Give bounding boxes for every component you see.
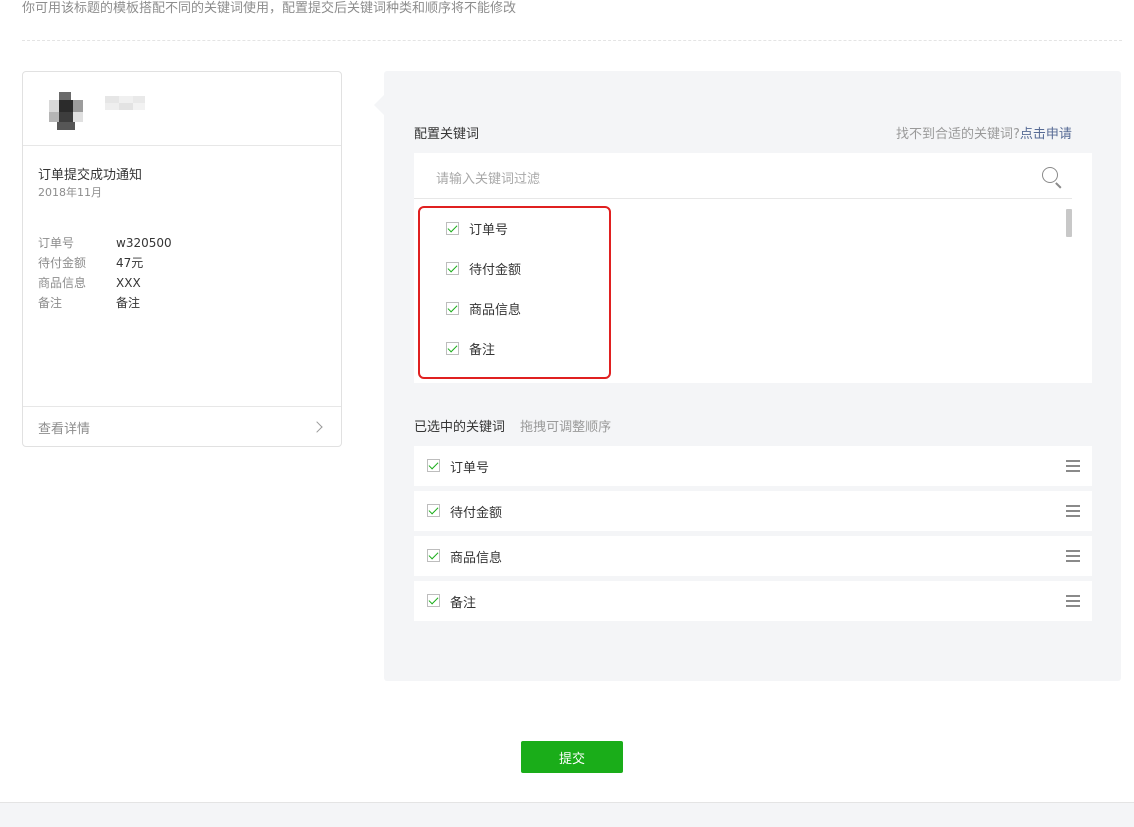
selected-keyword-label: 商品信息 <box>450 551 503 566</box>
preview-row: 订单号 w320500 <box>38 233 172 253</box>
keyword-option-label: 商品信息 <box>469 302 522 318</box>
preview-row: 商品信息 XXX <box>38 273 172 293</box>
drag-handle-icon[interactable] <box>1066 595 1080 607</box>
search-icon[interactable] <box>1042 167 1058 183</box>
view-details-link[interactable]: 查看详情 <box>23 406 341 447</box>
config-keywords-title: 配置关键词 <box>414 127 480 142</box>
keyword-option[interactable]: 订单号 <box>446 218 508 238</box>
selected-keyword-label: 订单号 <box>450 461 490 476</box>
checkbox-checked[interactable] <box>427 594 440 607</box>
selected-keyword-item[interactable]: 商品信息 <box>414 536 1092 576</box>
selected-keyword-item[interactable]: 待付金额 <box>414 491 1092 531</box>
preview-row-label: 订单号 <box>38 236 75 250</box>
keyword-option-label: 订单号 <box>469 222 509 238</box>
keyword-option[interactable]: 待付金额 <box>446 258 521 278</box>
template-notice: 你可用该标题的模板搭配不同的关键词使用，配置提交后关键词种类和顺序将不能修改 <box>22 1 517 16</box>
preview-row-value: XXX <box>116 276 141 290</box>
preview-row: 待付金额 47元 <box>38 253 172 273</box>
preview-row-label: 备注 <box>38 296 63 310</box>
view-details-label: 查看详情 <box>38 422 91 437</box>
apply-keyword-link[interactable]: 点击申请 <box>1020 127 1072 142</box>
checkbox-checked[interactable] <box>446 261 459 275</box>
preview-row-value: 备注 <box>116 296 141 310</box>
account-avatar <box>49 92 83 130</box>
preview-row-label: 商品信息 <box>38 276 87 290</box>
drag-hint: 拖拽可调整顺序 <box>520 420 612 435</box>
checkbox-checked[interactable] <box>427 549 440 562</box>
footer-bar <box>0 802 1134 827</box>
preview-card-header <box>23 72 341 146</box>
selected-keyword-item[interactable]: 订单号 <box>414 446 1092 486</box>
preview-row-value: w320500 <box>116 236 172 250</box>
message-preview-card: 订单提交成功通知 2018年11月 订单号 w320500 待付金额 47元 商… <box>22 71 342 447</box>
checkbox-checked[interactable] <box>446 341 459 355</box>
selected-keyword-label: 待付金额 <box>450 506 503 521</box>
filter-divider <box>414 198 1072 199</box>
keyword-option[interactable]: 商品信息 <box>446 298 521 318</box>
selected-keyword-label: 备注 <box>450 596 477 611</box>
scrollbar-thumb[interactable] <box>1066 209 1072 237</box>
keyword-help-text: 找不到合适的关键词? <box>896 127 1020 142</box>
selected-keywords-header: 已选中的关键词 拖拽可调整顺序 <box>414 416 611 435</box>
submit-button[interactable]: 提交 <box>521 741 623 773</box>
selected-keyword-item[interactable]: 备注 <box>414 581 1092 621</box>
preview-date: 2018年11月 <box>38 186 102 199</box>
keyword-option[interactable]: 备注 <box>446 338 495 358</box>
keyword-option-label: 备注 <box>469 342 496 358</box>
preview-row-value: 47元 <box>116 256 144 270</box>
preview-fields: 订单号 w320500 待付金额 47元 商品信息 XXX 备注 备注 <box>38 233 172 313</box>
keyword-option-label: 待付金额 <box>469 262 522 278</box>
checkbox-checked[interactable] <box>427 504 440 517</box>
drag-handle-icon[interactable] <box>1066 505 1080 517</box>
keyword-filter-input[interactable] <box>434 163 1038 195</box>
chevron-right-icon <box>311 421 323 433</box>
checkbox-checked[interactable] <box>446 221 459 235</box>
drag-handle-icon[interactable] <box>1066 550 1080 562</box>
drag-handle-icon[interactable] <box>1066 460 1080 472</box>
selected-keywords-title: 已选中的关键词 <box>414 420 506 435</box>
dashed-divider <box>22 40 1122 41</box>
checkbox-checked[interactable] <box>446 301 459 315</box>
account-name-blurred <box>105 96 145 110</box>
preview-row-label: 待付金额 <box>38 256 87 270</box>
checkbox-checked[interactable] <box>427 459 440 472</box>
keyword-list-box: 订单号 待付金额 商品信息 备注 <box>414 153 1092 383</box>
preview-row: 备注 备注 <box>38 293 172 313</box>
panel-pointer-arrow <box>374 95 384 115</box>
preview-title: 订单提交成功通知 <box>38 168 143 183</box>
keyword-help: 找不到合适的关键词?点击申请 <box>896 123 1072 142</box>
